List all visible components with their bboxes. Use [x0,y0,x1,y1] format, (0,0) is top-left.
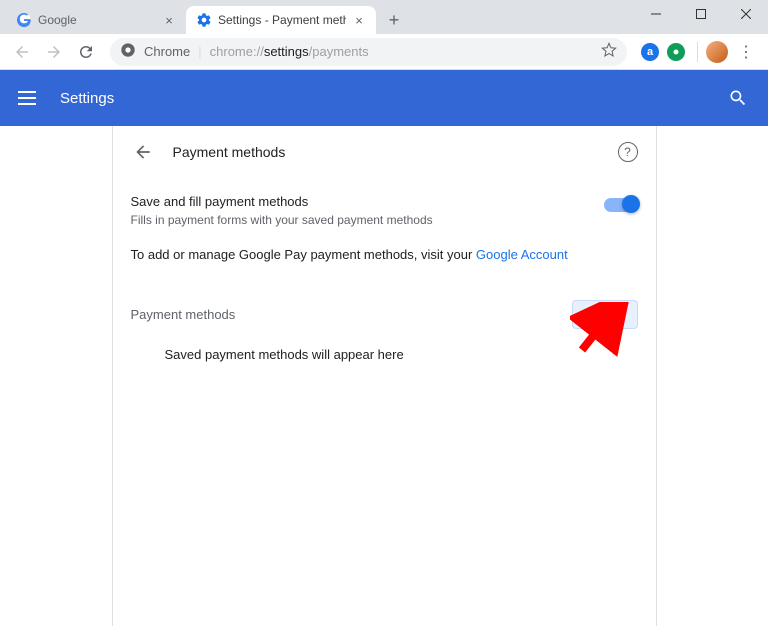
tab-google[interactable]: Google × [6,6,186,34]
save-fill-toggle[interactable] [604,198,638,212]
close-icon[interactable]: × [162,13,176,27]
empty-message: Saved payment methods will appear here [131,329,638,362]
minimize-button[interactable] [633,0,678,28]
avatar[interactable] [706,41,728,63]
settings-title: Settings [60,90,114,107]
browser-menu-button[interactable]: ⋮ [732,38,760,66]
tabs-area: Google × Settings - Payment methods × + [0,0,408,34]
address-bar: Chrome | chrome://settings/payments a ⋮ [0,34,768,70]
omnibox[interactable]: Chrome | chrome://settings/payments [110,38,627,66]
menu-icon[interactable] [18,86,42,110]
close-window-button[interactable] [723,0,768,28]
back-arrow-icon[interactable] [131,140,155,164]
settings-header: Settings [0,70,768,126]
extension-icon[interactable] [667,43,685,61]
back-button[interactable] [8,38,36,66]
reload-button[interactable] [72,38,100,66]
bookmark-star-icon[interactable] [601,42,617,61]
forward-button[interactable] [40,38,68,66]
window-controls [633,0,768,28]
google-favicon-icon [16,12,32,28]
payment-methods-title: Payment methods [131,307,573,322]
google-account-link[interactable]: Google Account [476,247,568,262]
save-fill-section: Save and fill payment methods Fills in p… [113,178,656,374]
search-icon[interactable] [726,86,750,110]
save-fill-row: Save and fill payment methods Fills in p… [131,190,638,235]
tab-title: Settings - Payment methods [218,13,346,27]
settings-card: Payment methods ? Save and fill payment … [112,126,657,626]
extension-icons: a [637,43,689,61]
tab-settings[interactable]: Settings - Payment methods × [186,6,376,34]
content-area: Payment methods ? Save and fill payment … [0,126,768,626]
divider [697,42,698,62]
tab-title: Google [38,13,156,27]
window-titlebar: Google × Settings - Payment methods × + [0,0,768,34]
payment-methods-list-head: Payment methods Add [131,274,638,329]
save-fill-subtitle: Fills in payment forms with your saved p… [131,213,604,227]
add-button[interactable]: Add [572,300,637,329]
maximize-button[interactable] [678,0,723,28]
gear-favicon-icon [196,12,212,28]
chrome-label: Chrome [144,44,190,59]
page-head: Payment methods ? [113,126,656,178]
new-tab-button[interactable]: + [380,6,408,34]
chrome-page-icon [120,42,136,61]
extension-icon[interactable]: a [641,43,659,61]
save-fill-title: Save and fill payment methods [131,194,604,209]
google-pay-info: To add or manage Google Pay payment meth… [131,235,638,274]
url-text: chrome://settings/payments [210,44,369,59]
help-icon[interactable]: ? [618,142,638,162]
close-icon[interactable]: × [352,13,366,27]
page-title: Payment methods [173,144,286,160]
